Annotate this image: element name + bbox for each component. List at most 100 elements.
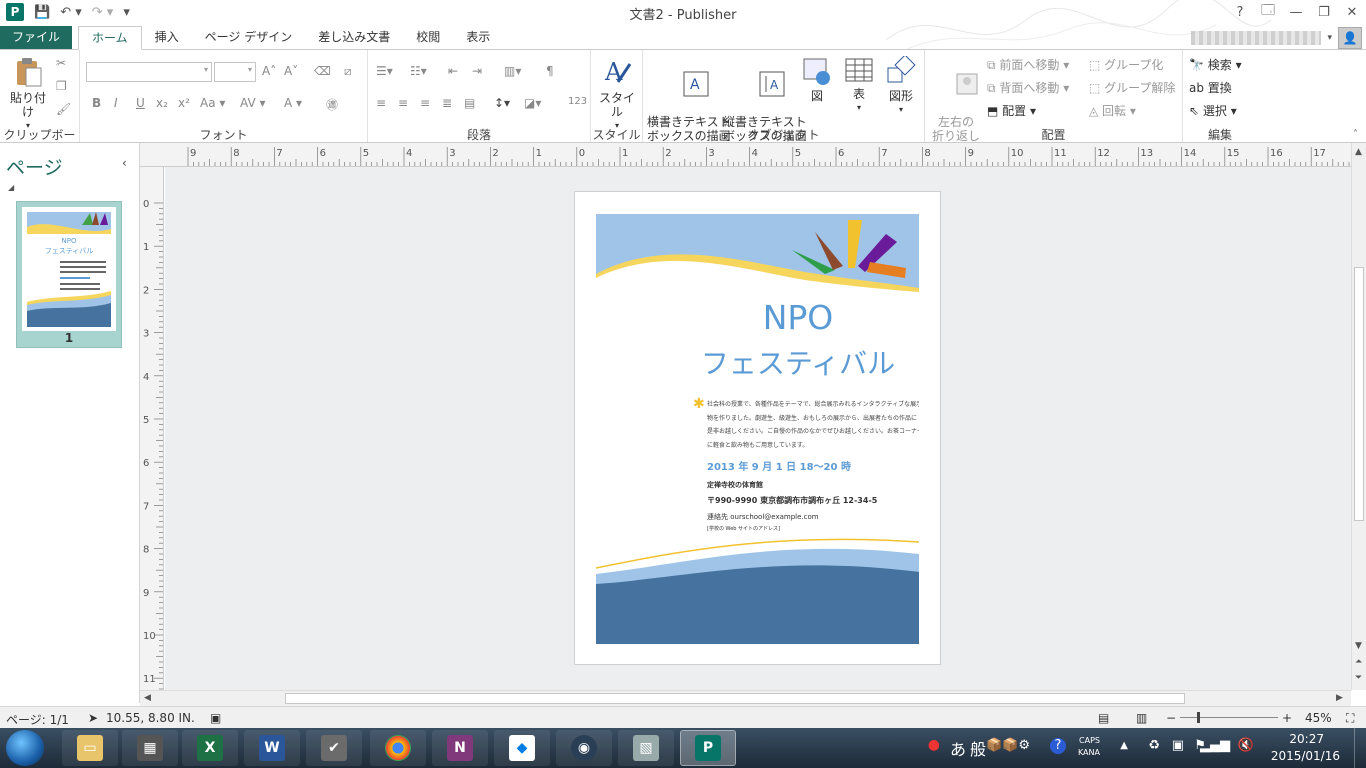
page-up-icon[interactable]: ⏶ <box>1355 657 1362 667</box>
taskbar-dropbox[interactable]: ◆ <box>494 730 550 766</box>
flyer-address[interactable]: 〒990-9990 東京都調布市調布ヶ丘 12-34-5 <box>707 495 877 506</box>
zoom-out-button[interactable]: − <box>1166 711 1176 725</box>
underline-button[interactable]: U <box>136 96 145 110</box>
page-down-icon[interactable]: ⏷ <box>1355 673 1362 683</box>
character-spacing-button[interactable]: AV ▾ <box>240 96 266 110</box>
show-formatting-icon[interactable]: ¶ <box>546 64 554 78</box>
find-button[interactable]: 🔭 検索 ▾ <box>1189 58 1242 72</box>
zoom-in-button[interactable]: + <box>1282 711 1292 725</box>
shrink-font-icon[interactable]: A˅ <box>284 64 298 78</box>
numbering-icon[interactable]: ☷▾ <box>410 64 427 78</box>
increase-indent-icon[interactable]: ⇥ <box>472 64 482 78</box>
tab-file[interactable]: ファイル <box>0 26 73 50</box>
send-backward-button[interactable]: ⧉ 背面へ移動 ▾ <box>987 81 1069 95</box>
zoom-slider-thumb[interactable] <box>1197 712 1200 723</box>
flyer-title-line2[interactable]: フェスティバル <box>615 342 981 382</box>
copy-icon[interactable]: ❐ <box>56 79 67 93</box>
document-canvas[interactable]: ✱ NPO フェスティバル 社会科の授業で、各種作品をテーマで、総合展示みれるイ… <box>165 167 1351 690</box>
taskbar-excel[interactable]: X <box>182 730 238 766</box>
number-style-button[interactable]: 123 <box>568 96 587 107</box>
ime-input-mode[interactable]: 般 <box>970 736 986 760</box>
superscript-button[interactable]: x² <box>178 96 190 110</box>
flyer-page[interactable]: ✱ NPO フェスティバル 社会科の授業で、各種作品をテーマで、総合展示みれるイ… <box>574 191 941 665</box>
scroll-left-icon[interactable]: ◀ <box>144 693 151 703</box>
user-avatar[interactable]: 👤 <box>1338 27 1362 49</box>
horizontal-scrollbar[interactable]: ◀ ▶ <box>140 690 1351 706</box>
columns-icon[interactable]: ▥▾ <box>504 64 521 78</box>
zoom-level[interactable]: 45% <box>1305 711 1332 725</box>
help-button[interactable]: ? <box>1226 0 1254 24</box>
format-painter-icon[interactable]: 🖌 <box>56 102 71 116</box>
page-indicator[interactable]: ページ: 1/1 <box>6 711 69 728</box>
font-size-combo[interactable]: ▾ <box>214 62 256 82</box>
vertical-scrollbar[interactable]: ▲ ▼ ⏶ ⏷ <box>1351 143 1366 690</box>
close-button[interactable]: ✕ <box>1338 0 1366 24</box>
paste-button[interactable]: 貼り付け ▾ <box>6 56 50 133</box>
italic-button[interactable]: I <box>114 96 118 110</box>
tab-mailings[interactable]: 差し込み文書 <box>305 26 403 50</box>
flyer-venue[interactable]: 定禅寺校の体育館 <box>707 480 763 490</box>
flyer-body-text[interactable]: 社会科の授業で、各種作品をテーマで、総合展示みれるインタラクティブな展示 物を作… <box>707 398 919 452</box>
bullets-icon[interactable]: ☰▾ <box>376 64 393 78</box>
text-effects-icon[interactable]: ⧄ <box>344 64 352 79</box>
shapes-button[interactable]: 図形 ▾ <box>883 54 919 117</box>
change-case-button[interactable]: Aa ▾ <box>200 96 225 110</box>
horizontal-ruler[interactable]: 9 8 7 6 5 4 3 2 1 0 1 2 3 4 5 6 7 8 9 10 11 12 13 14 15 16 17 <box>140 143 1351 167</box>
flyer-title-line1[interactable]: NPO <box>615 298 981 337</box>
fit-page-icon[interactable]: ⛶ <box>1346 711 1354 726</box>
tab-view[interactable]: 表示 <box>453 26 503 50</box>
group-button[interactable]: ⬚ グループ化 <box>1089 58 1163 72</box>
clock-date[interactable]: 2015/01/16 <box>1271 749 1340 763</box>
volume-muted-icon[interactable]: 🔇 <box>1238 738 1254 753</box>
tab-home[interactable]: ホーム <box>78 26 142 50</box>
ungroup-button[interactable]: ⬚ グループ解除 <box>1089 81 1175 95</box>
taskbar-word[interactable]: W <box>244 730 300 766</box>
align-right-icon[interactable]: ≡ <box>420 96 430 110</box>
vertical-ruler[interactable]: 0 1 2 3 4 5 6 7 8 9 10 11 <box>140 167 164 690</box>
signal-strength-icon[interactable]: ▂▄▆ <box>1200 738 1230 753</box>
bring-forward-button[interactable]: ⧉ 前面へ移動 ▾ <box>987 58 1069 72</box>
network-sync-icon[interactable]: ♻ <box>1148 738 1160 753</box>
cut-icon[interactable]: ✂ <box>56 56 66 70</box>
taskbar-explorer[interactable]: ▭ <box>62 730 118 766</box>
ime-mode-indicator[interactable]: あ <box>950 736 966 760</box>
clear-format-icon[interactable]: ⌫ <box>314 64 331 78</box>
page-thumbnail[interactable]: NPO フェスティバル 1 <box>16 201 122 348</box>
select-button[interactable]: ⇖ 選択 ▾ <box>1189 104 1237 118</box>
ime-pad-icon[interactable]: ● <box>928 737 940 753</box>
align-center-icon[interactable]: ≡ <box>398 96 408 110</box>
font-name-combo[interactable]: ▾ <box>86 62 212 82</box>
ribbon-display-button[interactable]: 🗔 <box>1254 0 1282 24</box>
minimize-button[interactable]: — <box>1282 0 1310 24</box>
restore-button[interactable]: ❐ <box>1310 0 1338 24</box>
flyer-website[interactable]: [学校の Web サイトのアドレス] <box>707 525 780 532</box>
rotate-button[interactable]: ◬ 回転 ▾ <box>1089 104 1136 118</box>
taskbar-app-9[interactable]: ◉ <box>556 730 612 766</box>
taskbar-publisher[interactable]: P <box>680 730 736 766</box>
taskbar-app-2[interactable]: ▦ <box>122 730 178 766</box>
zoom-slider-track[interactable] <box>1180 717 1278 718</box>
line-spacing-icon[interactable]: ↕▾ <box>494 96 510 110</box>
collapse-ribbon-icon[interactable]: ˄ <box>1353 129 1358 140</box>
replace-button[interactable]: ab 置換 <box>1189 81 1232 95</box>
styles-button[interactable]: A スタイル ▾ <box>595 56 639 133</box>
font-color-button[interactable]: A ▾ <box>284 96 302 110</box>
taskbar-app-5[interactable]: ✔ <box>306 730 362 766</box>
device-icon[interactable]: ▣ <box>1172 738 1184 753</box>
decrease-indent-icon[interactable]: ⇤ <box>448 64 458 78</box>
picture-button[interactable]: 図 <box>801 56 833 103</box>
ime-help-icon[interactable]: ? <box>1050 738 1066 754</box>
tab-insert[interactable]: 挿入 <box>142 26 192 50</box>
distributed-icon[interactable]: ▤ <box>464 96 475 110</box>
taskbar-app-10[interactable]: ▧ <box>618 730 674 766</box>
shading-icon[interactable]: ◪▾ <box>524 96 541 110</box>
horizontal-scroll-thumb[interactable] <box>285 693 1185 704</box>
show-desktop-button[interactable] <box>1354 728 1366 768</box>
justify-icon[interactable]: ≣ <box>442 96 452 110</box>
phonetic-icon[interactable]: ㊜ <box>326 96 338 113</box>
section-expand-icon[interactable]: ◢ <box>8 183 14 192</box>
align-left-icon[interactable]: ≡ <box>376 96 386 110</box>
collapse-pane-button[interactable]: ‹ <box>122 156 127 170</box>
bold-button[interactable]: B <box>92 96 101 110</box>
tab-page-design[interactable]: ページ デザイン <box>192 26 306 50</box>
